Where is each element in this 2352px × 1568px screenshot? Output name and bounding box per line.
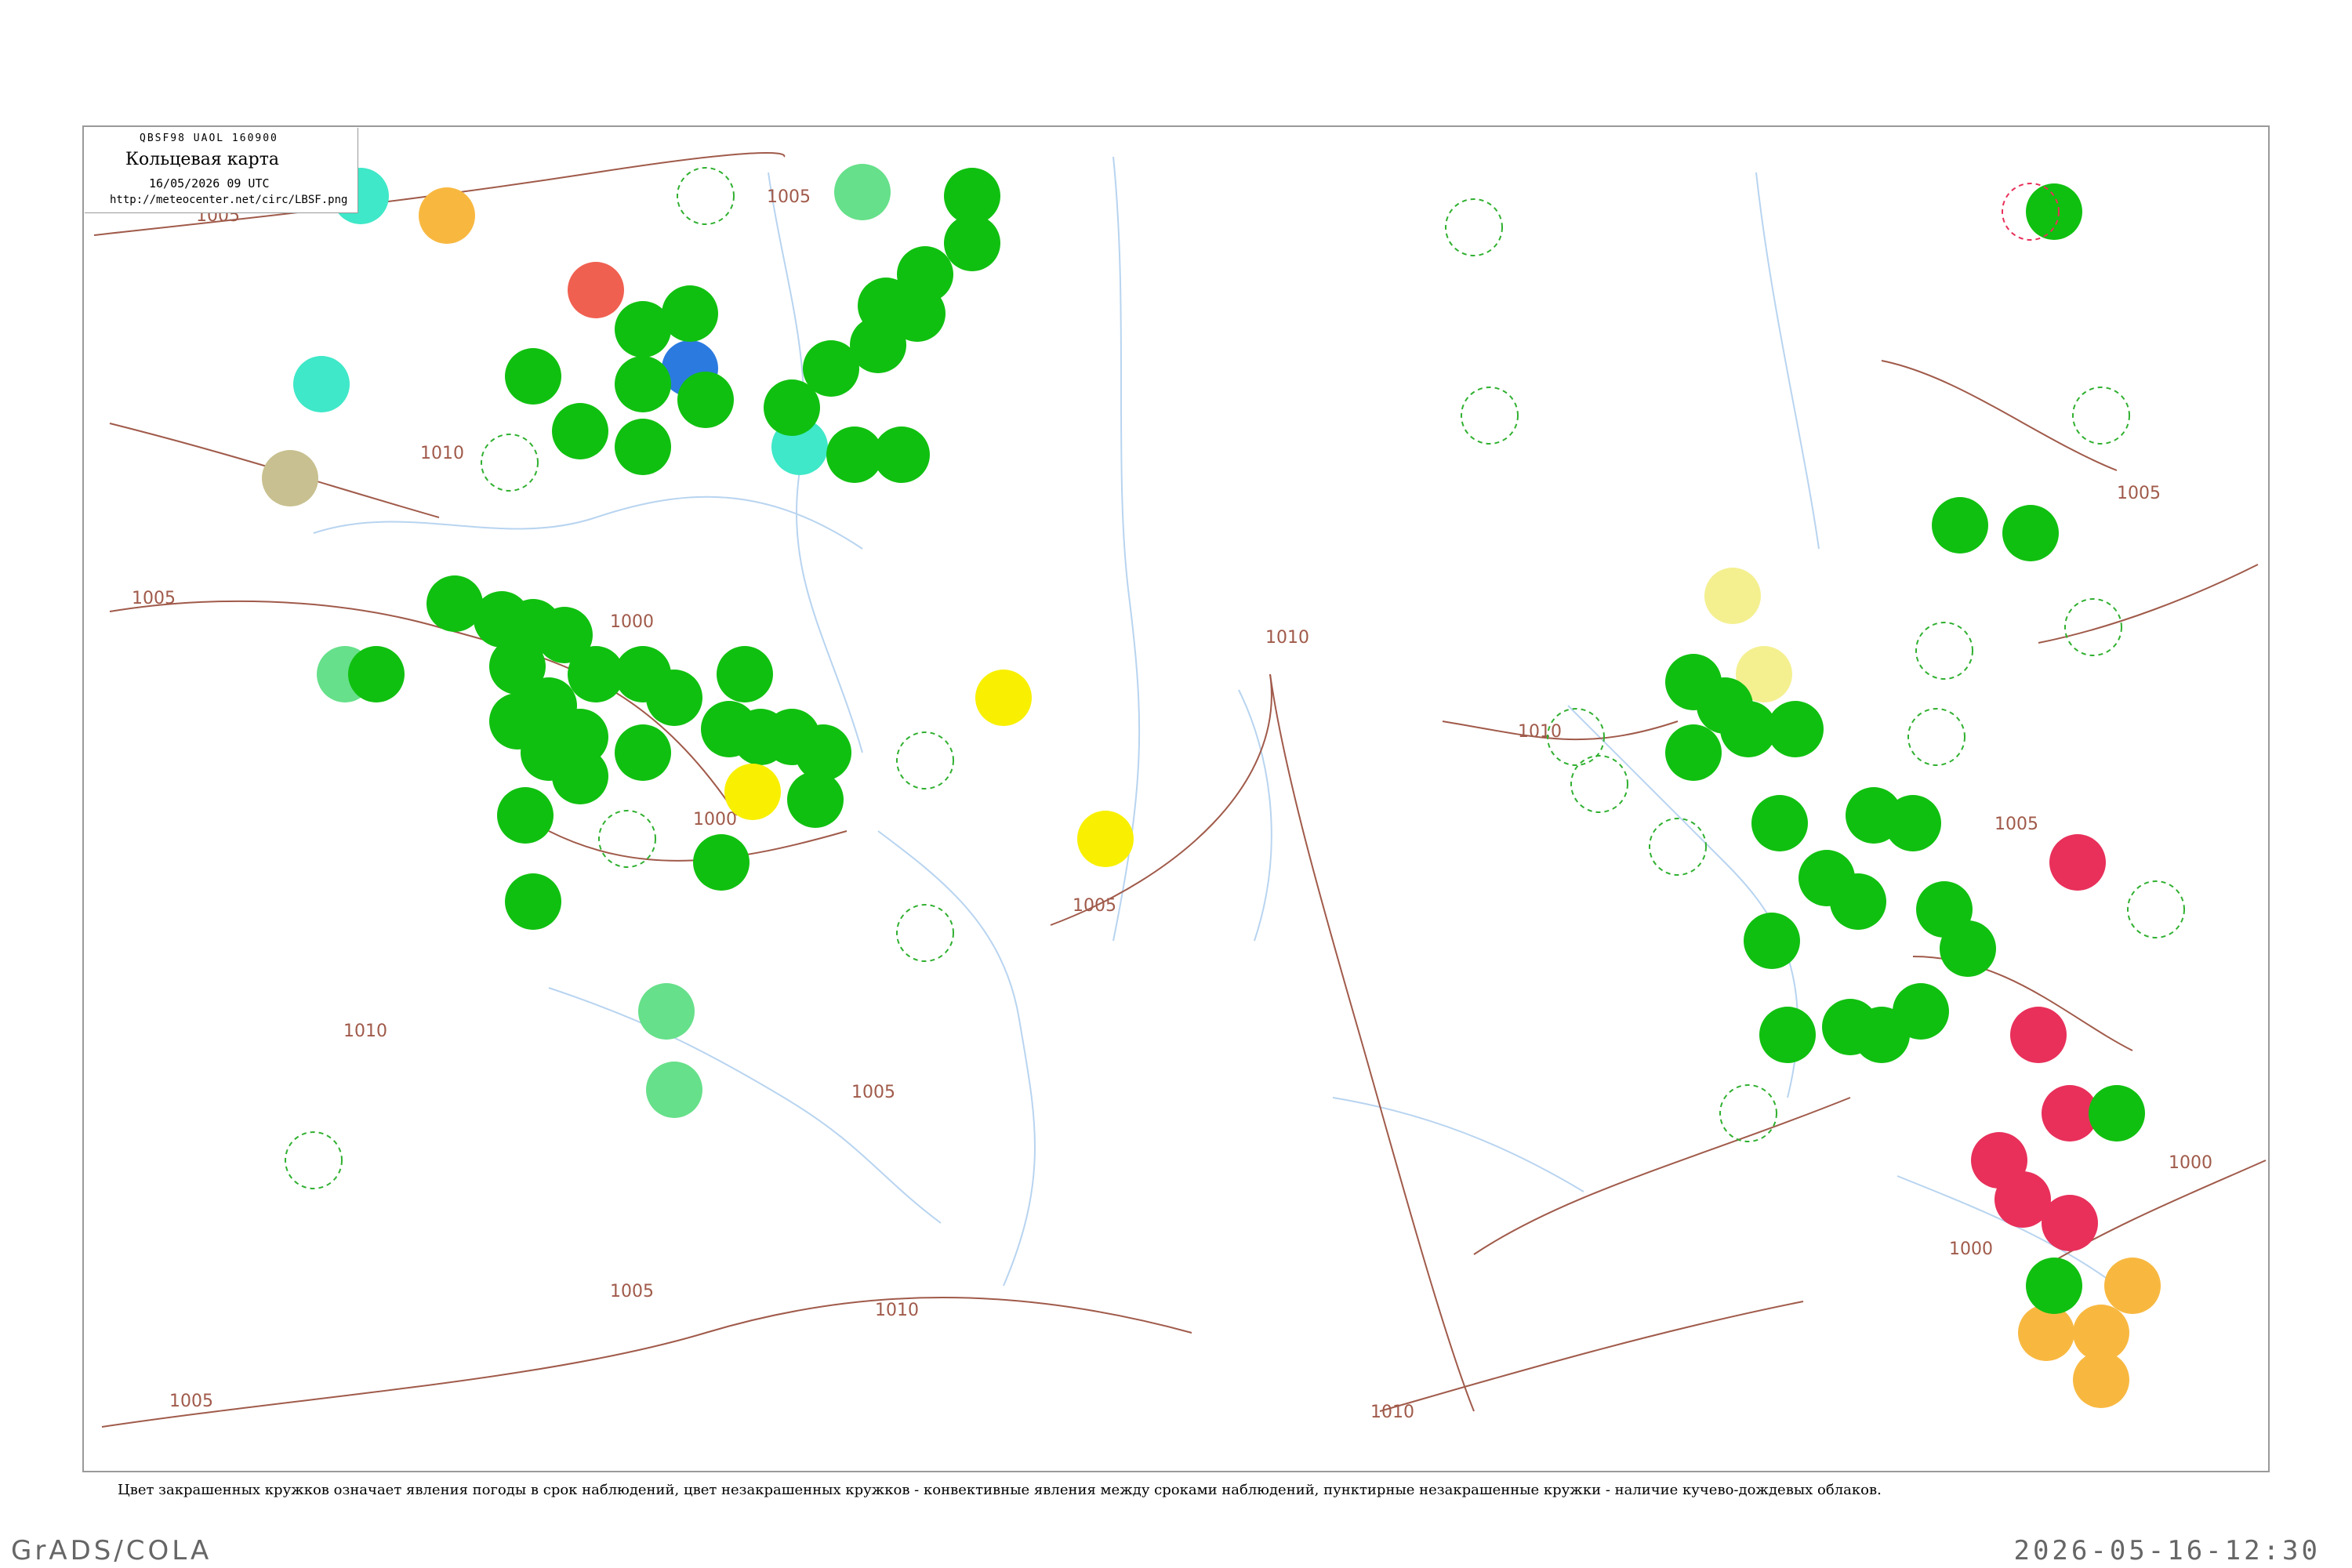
station-circle xyxy=(2002,505,2059,561)
station-circle xyxy=(419,187,475,244)
isobar-label: 1000 xyxy=(610,612,654,632)
station-circle xyxy=(787,771,844,828)
isobar-label: 1005 xyxy=(2117,484,2161,503)
station-circle xyxy=(2026,1258,2082,1314)
station-circle xyxy=(1885,795,1941,851)
station-circle xyxy=(975,670,1032,726)
isobar-label: 1010 xyxy=(1265,628,1309,648)
footer-software: GrADS/COLA xyxy=(11,1535,212,1566)
station-circle xyxy=(834,164,891,220)
station-circle xyxy=(873,426,930,483)
map-url: http://meteocenter.net/circ/LBSF.png xyxy=(110,194,348,206)
station-circle xyxy=(646,670,702,726)
station-circle xyxy=(646,1062,702,1118)
station-circle xyxy=(1461,387,1519,445)
isobar-label: 1010 xyxy=(875,1301,919,1320)
isobars xyxy=(93,152,2267,1428)
station-circle xyxy=(717,646,773,702)
isobar-label: 1005 xyxy=(610,1282,654,1301)
station-circle xyxy=(795,724,851,781)
isobar-label: 1005 xyxy=(169,1392,213,1411)
isobar-label: 1010 xyxy=(420,444,464,463)
station-circle xyxy=(615,419,671,475)
station-circle xyxy=(2049,834,2106,891)
station-circle xyxy=(896,731,954,789)
station-circle xyxy=(2072,387,2130,445)
station-circle xyxy=(2018,1305,2074,1361)
station-circle xyxy=(1915,622,1973,680)
isobar-label: 1010 xyxy=(1518,722,1562,742)
synoptic-map: 1005 1010 1005 1000 1000 1005 1010 1005 … xyxy=(93,152,2267,1428)
station-circle xyxy=(2010,1007,2067,1063)
station-circle xyxy=(1665,724,1722,781)
isobar-label: 1010 xyxy=(1370,1403,1414,1422)
station-circle xyxy=(1830,873,1886,930)
station-circle xyxy=(2026,183,2082,240)
title-box: QBSF98 UAOL 160900 Кольцевая карта 16/05… xyxy=(85,128,358,213)
station-circle xyxy=(858,278,914,334)
station-circle xyxy=(1704,568,1761,624)
bulletin-code: QBSF98 UAOL 160900 xyxy=(140,132,278,144)
station-circle xyxy=(615,356,671,412)
station-circle xyxy=(1719,1084,1777,1142)
isobar-label: 1005 xyxy=(1994,815,2038,834)
station-circle xyxy=(2127,880,2185,938)
isobar-label: 1005 xyxy=(851,1083,895,1102)
station-circle xyxy=(348,646,405,702)
station-circle xyxy=(293,356,350,412)
map-title: Кольцевая карта xyxy=(125,150,280,169)
station-circle xyxy=(662,285,718,342)
station-circle xyxy=(677,167,735,225)
station-circle xyxy=(505,873,561,930)
station-circle xyxy=(1445,198,1503,256)
station-circle xyxy=(615,724,671,781)
station-circle xyxy=(2042,1195,2098,1251)
footer-timestamp: 2026-05-16-12:30 xyxy=(2013,1535,2321,1566)
station-circle xyxy=(505,348,561,405)
station-circle xyxy=(638,983,695,1040)
station-circle xyxy=(1932,497,1988,554)
isobar-label: 1000 xyxy=(1949,1240,1993,1259)
isobar-label: 1000 xyxy=(2169,1153,2212,1173)
station-circle xyxy=(896,904,954,962)
station-circle xyxy=(693,834,750,891)
station-circle xyxy=(262,450,318,506)
legend-caption: Цвет закрашенных кружков означает явлени… xyxy=(118,1482,1882,1498)
station-circle xyxy=(2064,598,2122,656)
station-circle xyxy=(1907,708,1965,766)
station-circle xyxy=(1751,795,1808,851)
station-circle xyxy=(2104,1258,2161,1314)
station-circle xyxy=(1940,920,1996,977)
station-circle xyxy=(568,262,624,318)
station-circle xyxy=(1893,983,1949,1040)
isobar-label: 1005 xyxy=(767,187,811,207)
station-circle xyxy=(1077,811,1134,867)
station-circle xyxy=(724,764,781,820)
station-circle xyxy=(552,748,608,804)
station-circle xyxy=(677,372,734,428)
station-circle xyxy=(552,403,608,459)
station-circle xyxy=(2073,1352,2129,1408)
station-circle xyxy=(1759,1007,1816,1063)
station-circle xyxy=(1570,755,1628,813)
station-circle xyxy=(2089,1085,2145,1142)
isobar-label: 1000 xyxy=(693,810,737,829)
station-circle xyxy=(497,787,554,844)
map-date: 16/05/2026 09 UTC xyxy=(149,176,270,191)
isobar-label: 1010 xyxy=(343,1022,387,1041)
station-circle xyxy=(1649,818,1707,876)
isobar-label: 1005 xyxy=(1073,896,1116,916)
station-circle xyxy=(1767,701,1824,757)
station-circle xyxy=(285,1131,343,1189)
station-circle xyxy=(1744,913,1800,969)
station-circles xyxy=(262,164,2185,1408)
station-circle xyxy=(481,434,539,492)
station-circle xyxy=(944,215,1000,271)
isobar-label: 1005 xyxy=(132,589,176,608)
